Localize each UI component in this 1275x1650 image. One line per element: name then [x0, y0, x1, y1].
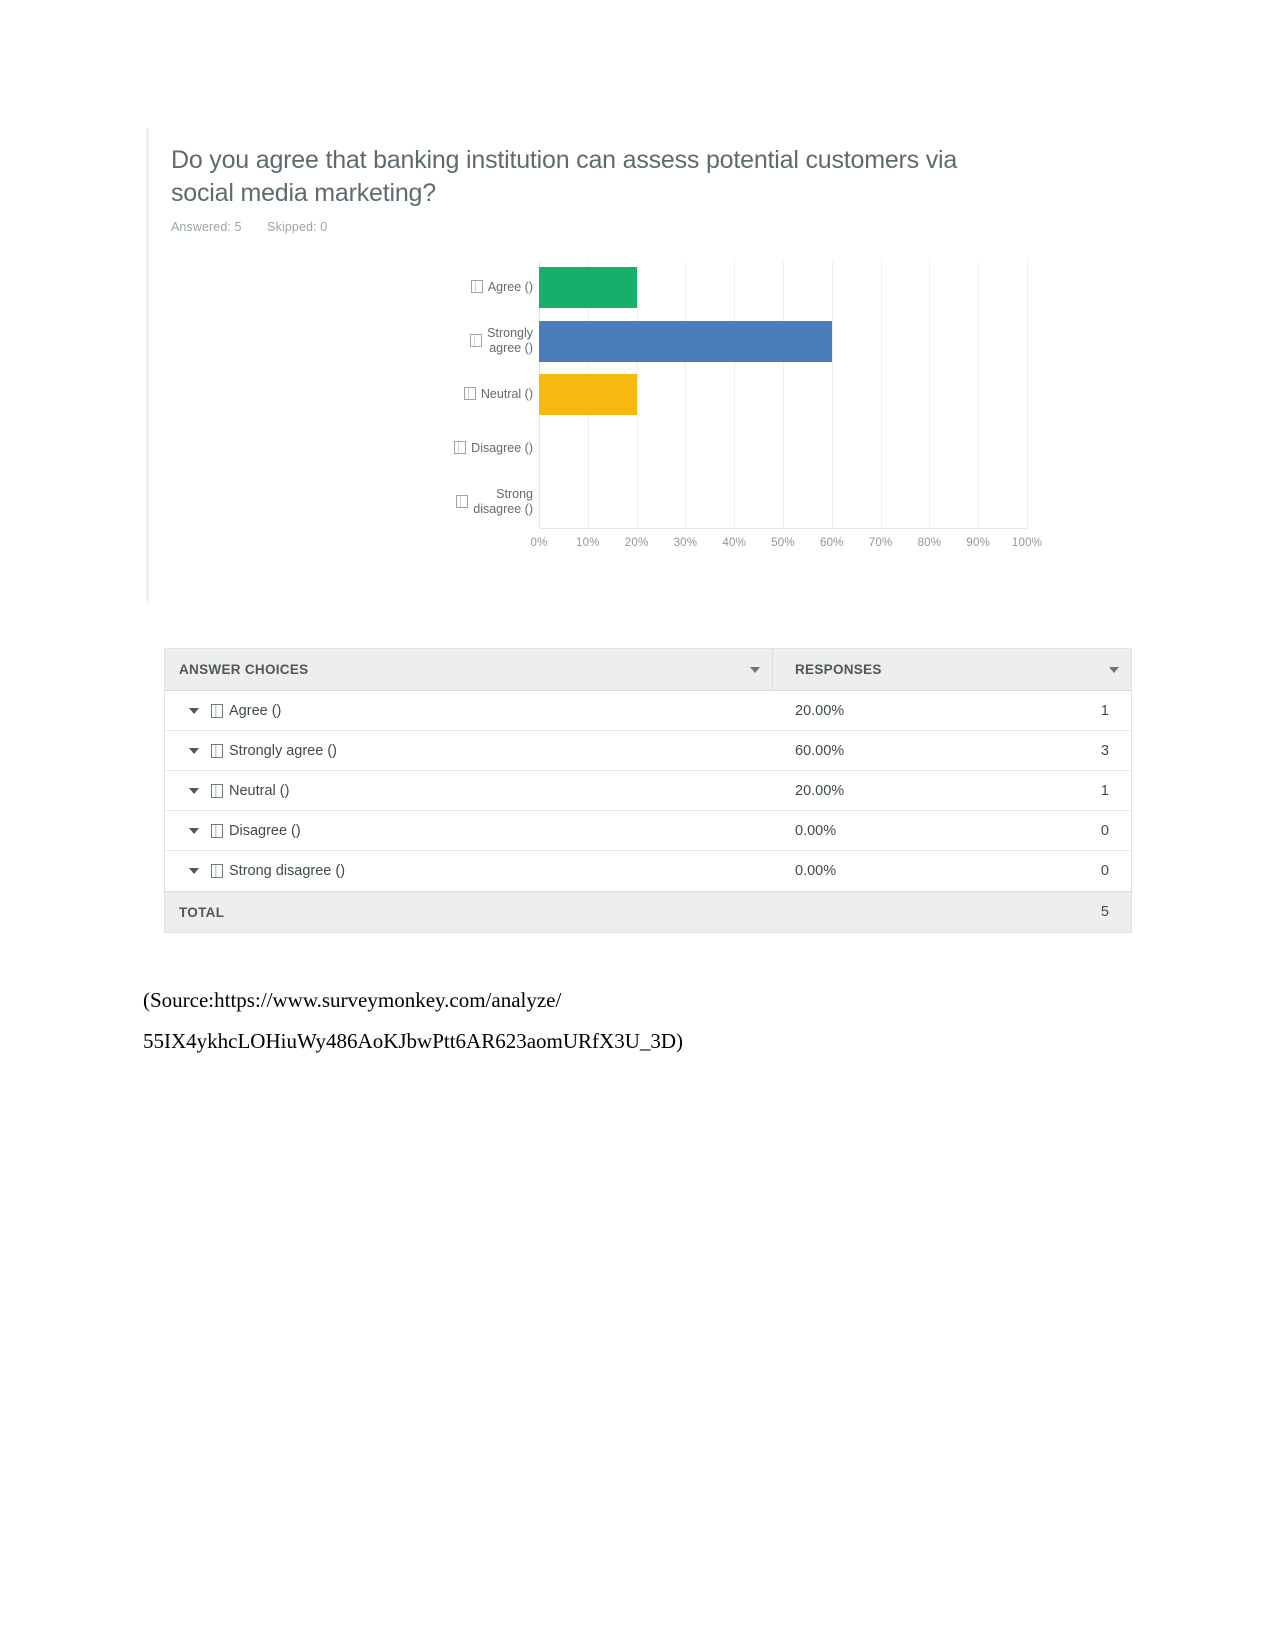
series-swatch-icon — [211, 783, 223, 798]
x-axis-tick-label: 20% — [624, 537, 649, 549]
response-count: 1 — [1100, 702, 1109, 719]
chevron-down-icon[interactable] — [189, 827, 199, 834]
bar-label-text: Strong disagree () — [473, 487, 533, 517]
series-swatch-icon — [211, 703, 223, 718]
x-axis-tick-label: 10% — [575, 537, 600, 549]
response-percent: 20.00% — [795, 702, 845, 719]
bar-category-label: Neutral () — [383, 387, 533, 402]
answer-choice-label: Strongly agree () — [229, 742, 337, 759]
table-row: Neutral () 20.00% 1 — [165, 771, 1131, 811]
response-count: 1 — [1100, 782, 1109, 799]
responses-cell: 20.00% 1 — [773, 771, 1131, 810]
response-meta: Answered: 5 Skipped: 0 — [171, 220, 349, 234]
chevron-down-icon[interactable] — [189, 707, 199, 714]
bar-label-text: Disagree () — [471, 441, 533, 456]
bar-row: Disagree () — [454, 422, 1027, 476]
source-caption: (Source:https://www.surveymonkey.com/ana… — [143, 980, 1043, 1062]
total-label: TOTAL — [179, 904, 225, 920]
table-row: Strongly agree () 60.00% 3 — [165, 731, 1131, 771]
series-swatch-icon — [454, 441, 467, 455]
table-header-row: ANSWER CHOICES RESPONSES — [165, 649, 1131, 691]
table-body: Agree () 20.00% 1 Strongly agree () 60.00% 3 N… — [165, 691, 1131, 891]
bar-category-label: Agree () — [383, 280, 533, 295]
bar-row: Strongly agree () — [470, 315, 1027, 369]
series-swatch-icon — [211, 864, 223, 878]
x-axis: 0% 10% 20% 30% 40% 50% 60% 70% 80% 90% 100% — [530, 537, 1041, 559]
series-swatch-icon — [211, 823, 223, 838]
answer-choice-cell: Strongly agree () — [165, 731, 773, 770]
response-percent: 20.00% — [795, 782, 845, 799]
column-header-answer-choices[interactable]: ANSWER CHOICES — [165, 649, 773, 690]
responses-cell: 0.00% 0 — [773, 811, 1131, 850]
answered-count: Answered: 5 — [171, 220, 242, 234]
table-row: Disagree () 0.00% 0 — [165, 811, 1131, 851]
x-axis-tick-label: 30% — [673, 537, 698, 549]
bar[interactable] — [539, 320, 832, 362]
x-axis-tick-label: 50% — [771, 537, 795, 549]
response-percent: 0.00% — [795, 863, 837, 879]
total-count: 5 — [1100, 904, 1109, 920]
series-swatch-icon — [211, 743, 223, 758]
bar-row: Agree () — [470, 261, 1027, 315]
skipped-count: Skipped: 0 — [267, 220, 328, 234]
source-line-2: 55IX4ykhcLOHiuWy486AoKJbwPtt6AR623aomURf… — [143, 1029, 684, 1053]
x-axis-tick-label: 0% — [530, 537, 548, 549]
bar-row: Strong disagree () — [456, 475, 1027, 529]
x-axis-tick-label: 70% — [868, 537, 893, 549]
responses-label: RESPONSES — [795, 662, 882, 677]
chevron-down-icon[interactable] — [750, 666, 760, 673]
response-percent: 0.00% — [795, 822, 837, 839]
bar[interactable] — [539, 374, 637, 416]
bar-category-label: Strongly agree () — [383, 326, 533, 356]
chevron-down-icon[interactable] — [189, 747, 199, 754]
chevron-down-icon[interactable] — [189, 787, 199, 794]
x-axis-tick-label: 60% — [819, 537, 844, 549]
responses-table: ANSWER CHOICES RESPONSES Agree () 20.00% 1… — [164, 648, 1132, 933]
answer-choice-cell: Strong disagree () — [165, 851, 773, 891]
series-swatch-icon — [456, 494, 469, 508]
bar[interactable] — [539, 267, 637, 309]
x-axis-tick-label: 40% — [722, 537, 746, 549]
bar-chart: Agree () Strongly agree () Neutral () Disagr… — [299, 253, 1042, 573]
bar-label-text: Neutral () — [480, 387, 533, 402]
responses-cell: 60.00% 3 — [773, 731, 1131, 770]
chevron-down-icon[interactable] — [189, 868, 199, 874]
table-row: Strong disagree () 0.00% 0 — [165, 851, 1131, 891]
answer-choice-cell: Agree () — [165, 691, 773, 730]
responses-cell: 20.00% 1 — [773, 691, 1131, 730]
table-row: Agree () 20.00% 1 — [165, 691, 1131, 731]
answer-choice-label: Neutral () — [229, 782, 290, 799]
response-count: 0 — [1100, 863, 1109, 879]
responses-cell: 0.00% 0 — [773, 851, 1131, 891]
response-count: 3 — [1100, 742, 1109, 759]
series-swatch-icon — [463, 387, 476, 401]
answer-choice-cell: Neutral () — [165, 771, 773, 810]
bar-row: Neutral () — [463, 368, 1027, 422]
series-swatch-icon — [470, 280, 483, 294]
source-line-1: (Source:https://www.surveymonkey.com/ana… — [143, 988, 562, 1012]
gridline — [1027, 261, 1028, 528]
bar-label-text: Agree () — [487, 280, 533, 295]
answer-choice-label: Disagree () — [229, 822, 301, 839]
column-header-responses[interactable]: RESPONSES — [773, 649, 1131, 690]
survey-chart-card: Do you agree that banking institution ca… — [146, 128, 1136, 601]
response-percent: 60.00% — [795, 742, 845, 759]
answer-choice-label: Strong disagree () — [229, 863, 346, 879]
x-axis-tick-label: 100% — [1011, 537, 1043, 549]
answer-choices-label: ANSWER CHOICES — [179, 662, 309, 677]
bar-label-text: Strongly agree () — [487, 326, 533, 356]
bar-category-label: Strong disagree () — [383, 487, 533, 517]
x-axis-tick-label: 80% — [917, 537, 942, 549]
response-count: 0 — [1100, 822, 1109, 839]
answer-choice-cell: Disagree () — [165, 811, 773, 850]
x-axis-tick-label: 90% — [966, 537, 990, 549]
series-swatch-icon — [470, 333, 483, 347]
total-responses-cell: 5 — [773, 892, 1131, 932]
answer-choice-label: Agree () — [229, 702, 282, 719]
chevron-down-icon[interactable] — [1109, 666, 1119, 673]
question-title: Do you agree that banking institution ca… — [171, 146, 958, 207]
table-total-row: TOTAL 5 — [165, 891, 1131, 932]
plot-grid: Agree () Strongly agree () Neutral () Disagr… — [454, 261, 1028, 529]
bar-category-label: Disagree () — [383, 441, 533, 456]
